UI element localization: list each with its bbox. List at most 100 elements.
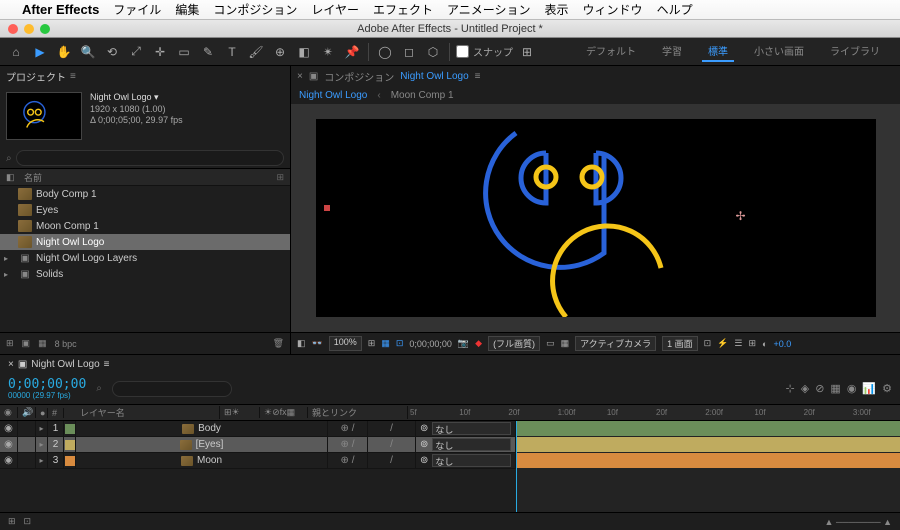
- layer-bar[interactable]: [516, 453, 900, 468]
- visibility-toggle-icon[interactable]: ◉: [0, 437, 18, 452]
- views-dropdown[interactable]: 1 画面: [662, 336, 698, 351]
- bezier-icon[interactable]: ⬡: [423, 42, 443, 62]
- toggle-switches-icon[interactable]: ⊞: [8, 516, 16, 527]
- draft-3d-icon[interactable]: ◈: [801, 382, 809, 395]
- grid-icon[interactable]: ▦: [381, 338, 390, 349]
- menu-window[interactable]: ウィンドウ: [583, 1, 643, 18]
- close-tab-icon[interactable]: ×: [8, 359, 14, 370]
- close-window-button[interactable]: [8, 24, 18, 34]
- close-tab-icon[interactable]: ×: [297, 71, 303, 82]
- name-column[interactable]: 名前: [24, 171, 42, 184]
- pickwhip-icon[interactable]: ⊚: [420, 423, 428, 434]
- brush-tool-icon[interactable]: 🖌: [246, 42, 266, 62]
- viewer-tab[interactable]: × ▣ コンポジション Night Owl Logo ≡: [291, 66, 900, 86]
- hand-tool-icon[interactable]: ✋: [54, 42, 74, 62]
- panel-menu-icon[interactable]: ≡: [70, 71, 76, 82]
- workspace-small[interactable]: 小さい画面: [748, 41, 810, 62]
- menu-composition[interactable]: コンポジション: [213, 1, 297, 18]
- comp-name[interactable]: Night Owl Logo ▾: [90, 92, 183, 104]
- shy-icon[interactable]: ⊘: [815, 382, 824, 395]
- channel-icon[interactable]: ◆: [475, 338, 482, 349]
- parent-dropdown[interactable]: なし: [432, 422, 511, 435]
- project-item[interactable]: Eyes: [0, 202, 290, 218]
- lock-icon[interactable]: ▣: [309, 71, 318, 82]
- visibility-column-icon[interactable]: ◉: [0, 407, 18, 418]
- mask-icon[interactable]: ◧: [297, 338, 306, 349]
- zoom-dropdown[interactable]: 100%: [329, 336, 362, 351]
- panel-tab[interactable]: プロジェクト ≡: [0, 66, 290, 86]
- menu-help[interactable]: ヘルプ: [657, 1, 693, 18]
- comp-mini-flowchart-icon[interactable]: ⊹: [786, 382, 795, 395]
- breadcrumb-link[interactable]: Night Owl Logo: [299, 90, 367, 101]
- frame-blend-icon[interactable]: ▦: [830, 382, 840, 395]
- anchor-tool-icon[interactable]: ✛: [150, 42, 170, 62]
- label-column-icon[interactable]: ◧: [6, 172, 24, 183]
- exposure-value[interactable]: +0.0: [773, 339, 791, 349]
- anchor-point-icon[interactable]: ✢: [735, 209, 745, 223]
- composition-canvas[interactable]: ✢: [316, 119, 876, 317]
- workspace-default[interactable]: デフォルト: [580, 41, 642, 62]
- resolution-icon[interactable]: ⊞: [368, 338, 376, 349]
- layer-bar[interactable]: [516, 421, 900, 436]
- lock-icon[interactable]: ▣: [18, 359, 27, 370]
- roto-tool-icon[interactable]: ✴: [318, 42, 338, 62]
- mask-mode-icon[interactable]: ◯: [375, 42, 395, 62]
- layer-anchor-icon[interactable]: [324, 205, 330, 211]
- roi-icon[interactable]: ▭: [546, 338, 555, 349]
- project-item[interactable]: ▸▣Night Owl Logo Layers: [0, 250, 290, 266]
- rotate-tool-icon[interactable]: ⤢: [126, 42, 146, 62]
- timeline-tab[interactable]: × ▣ Night Owl Logo ≡: [0, 355, 900, 373]
- menu-view[interactable]: 表示: [545, 1, 569, 18]
- snap-toggle[interactable]: スナップ: [456, 44, 513, 59]
- layer-color[interactable]: [64, 453, 76, 468]
- audio-column-icon[interactable]: 🔊: [18, 407, 36, 418]
- project-item[interactable]: Moon Comp 1: [0, 218, 290, 234]
- pickwhip-icon[interactable]: ⊚: [420, 439, 428, 450]
- layer-modes[interactable]: /: [368, 421, 416, 436]
- brain-icon[interactable]: ⚙: [882, 382, 892, 395]
- expand-toggle-icon[interactable]: ▸: [36, 437, 48, 452]
- flowchart-icon[interactable]: ⊞: [748, 338, 756, 349]
- pickwhip-icon[interactable]: ⊚: [420, 455, 428, 466]
- solo-column-icon[interactable]: ●: [36, 408, 48, 418]
- layer-color[interactable]: [64, 437, 76, 452]
- project-search-input[interactable]: [16, 150, 284, 166]
- preview-time[interactable]: 0;00;00;00: [409, 339, 452, 349]
- switches-column-icon[interactable]: ⊞☀: [220, 407, 260, 418]
- lock-toggle[interactable]: [18, 421, 36, 436]
- menu-layer[interactable]: レイヤー: [311, 1, 359, 18]
- orbit-tool-icon[interactable]: ⟲: [102, 42, 122, 62]
- motion-blur-icon[interactable]: ◉: [847, 382, 857, 395]
- playhead[interactable]: [516, 421, 517, 512]
- timeline-layer[interactable]: ◉▸3Moon⊕ //⊚なし: [0, 453, 516, 469]
- timeline-track-area[interactable]: [516, 421, 900, 512]
- trash-icon[interactable]: 🗑: [273, 338, 284, 349]
- layer-switches[interactable]: ⊕ /: [328, 421, 368, 436]
- camera-dropdown[interactable]: アクティブカメラ: [575, 336, 656, 351]
- project-item[interactable]: ▸▣Solids: [0, 266, 290, 282]
- snap-checkbox[interactable]: [456, 45, 469, 58]
- toggle-modes-icon[interactable]: ⊡: [24, 516, 32, 527]
- pen-tool-icon[interactable]: ✎: [198, 42, 218, 62]
- timeline-layer[interactable]: ◉▸1Body⊕ //⊚なし: [0, 421, 516, 437]
- eraser-tool-icon[interactable]: ◧: [294, 42, 314, 62]
- workspace-learn[interactable]: 学習: [656, 41, 688, 62]
- current-time[interactable]: 0;00;00;00: [8, 378, 86, 391]
- zoom-window-button[interactable]: [40, 24, 50, 34]
- app-name[interactable]: After Effects: [22, 2, 99, 17]
- shape-mode-icon[interactable]: ◻: [399, 42, 419, 62]
- new-comp-icon[interactable]: ▦: [38, 338, 47, 349]
- workspace-standard[interactable]: 標準: [702, 41, 734, 62]
- visibility-toggle-icon[interactable]: ◉: [0, 453, 18, 468]
- snapshot-icon[interactable]: 📷: [458, 338, 469, 349]
- modes-column-icon[interactable]: ☀⊘fx▦: [260, 407, 308, 418]
- layer-switches[interactable]: ⊕ /: [328, 437, 368, 452]
- menu-animation[interactable]: アニメーション: [447, 1, 531, 18]
- home-icon[interactable]: ⌂: [6, 42, 26, 62]
- workspace-library[interactable]: ライブラリ: [824, 41, 886, 62]
- minimize-window-button[interactable]: [24, 24, 34, 34]
- expand-toggle-icon[interactable]: ▸: [36, 421, 48, 436]
- layer-switches[interactable]: ⊕ /: [328, 453, 368, 468]
- clone-tool-icon[interactable]: ⊕: [270, 42, 290, 62]
- new-folder-icon[interactable]: ▣: [22, 338, 31, 349]
